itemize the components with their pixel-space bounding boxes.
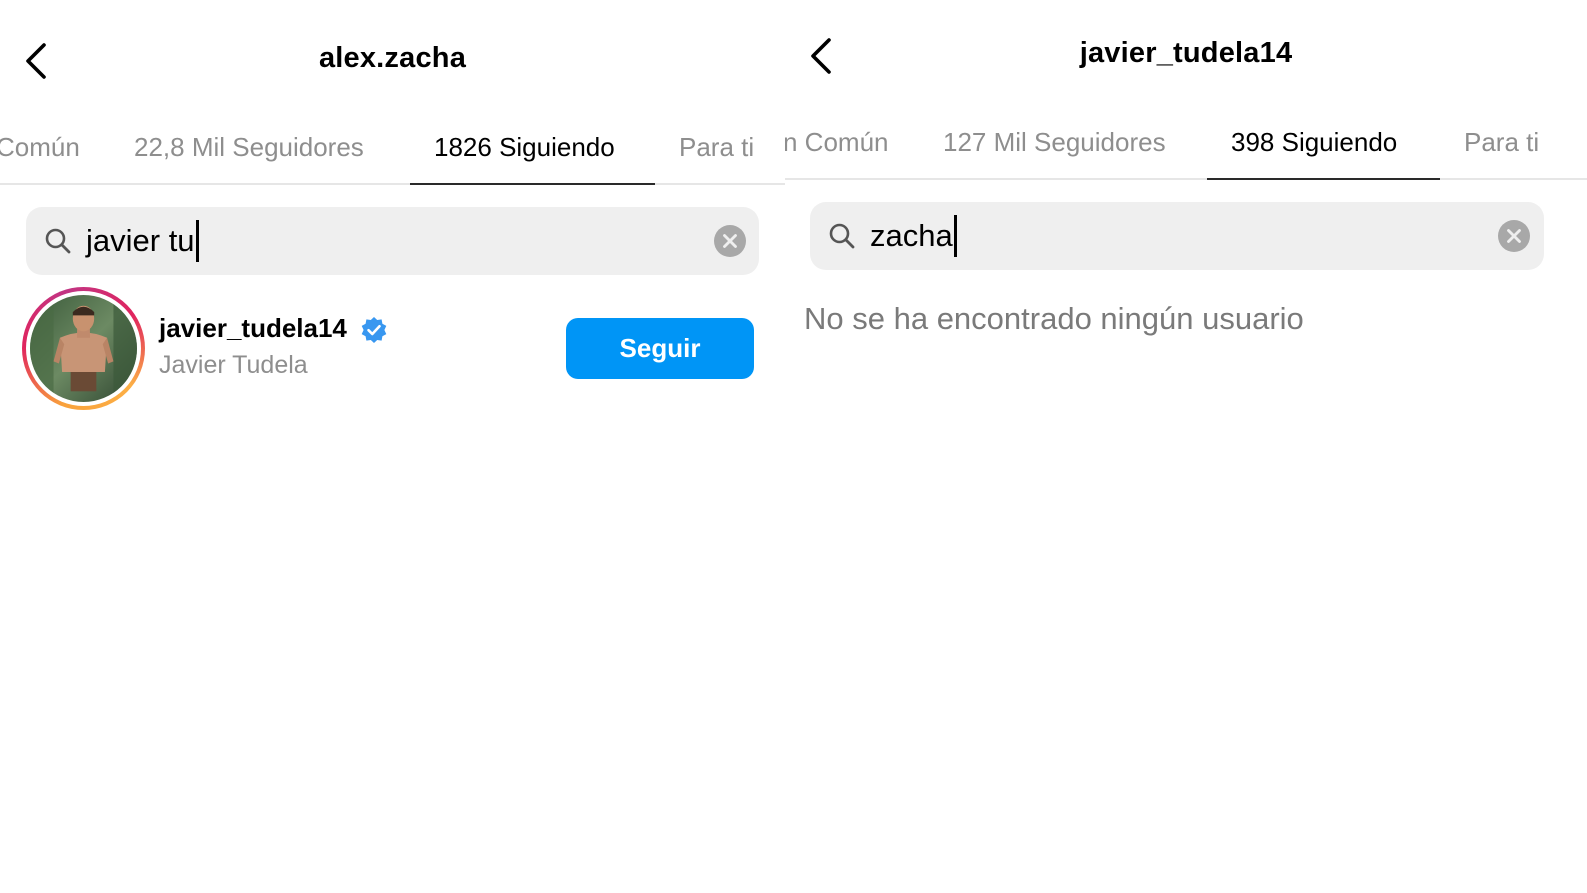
tab-common[interactable]: n Común: [785, 110, 889, 180]
clear-icon[interactable]: [1498, 220, 1530, 252]
left-following-screen: alex.zacha Común 22,8 Mil Seguidores 182…: [0, 0, 785, 893]
search-icon: [45, 228, 71, 254]
verified-badge-icon: [361, 317, 387, 343]
tab-bar: n Común 127 Mil Seguidores 398 Siguiendo…: [785, 110, 1587, 180]
right-following-screen: javier_tudela14 n Común 127 Mil Seguidor…: [785, 0, 1587, 893]
search-input[interactable]: javier tu: [86, 207, 199, 275]
search-icon: [829, 223, 855, 249]
avatar[interactable]: [30, 295, 137, 402]
clear-icon[interactable]: [714, 225, 746, 257]
result-username[interactable]: javier_tudela14: [159, 313, 347, 344]
list-item[interactable]: javier_tudela14 Javier Tudela Seguir: [22, 287, 762, 411]
result-full-name: Javier Tudela: [159, 351, 308, 379]
page-title: javier_tudela14: [1079, 37, 1293, 69]
story-ring[interactable]: [22, 287, 145, 410]
tab-common[interactable]: Común: [0, 115, 80, 185]
tab-following[interactable]: 1826 Siguiendo: [434, 115, 615, 185]
tab-for-you[interactable]: Para ti: [1464, 110, 1539, 180]
search-field[interactable]: javier tu: [26, 207, 759, 275]
text-caret: [195, 219, 199, 262]
tab-followers[interactable]: 127 Mil Seguidores: [943, 110, 1166, 180]
active-tab-indicator: [410, 183, 655, 185]
search-field[interactable]: zacha: [810, 202, 1544, 270]
tab-followers[interactable]: 22,8 Mil Seguidores: [134, 115, 364, 185]
tab-following[interactable]: 398 Siguiendo: [1231, 110, 1397, 180]
text-caret: [953, 214, 957, 257]
tab-for-you[interactable]: Para ti: [679, 115, 754, 185]
page-title: alex.zacha: [318, 42, 467, 74]
search-input[interactable]: zacha: [870, 202, 957, 270]
empty-state-message: No se ha encontrado ningún usuario: [804, 301, 1304, 336]
active-tab-indicator: [1207, 178, 1440, 180]
tab-bar: Común 22,8 Mil Seguidores 1826 Siguiendo…: [0, 115, 785, 185]
follow-button[interactable]: Seguir: [566, 318, 754, 379]
